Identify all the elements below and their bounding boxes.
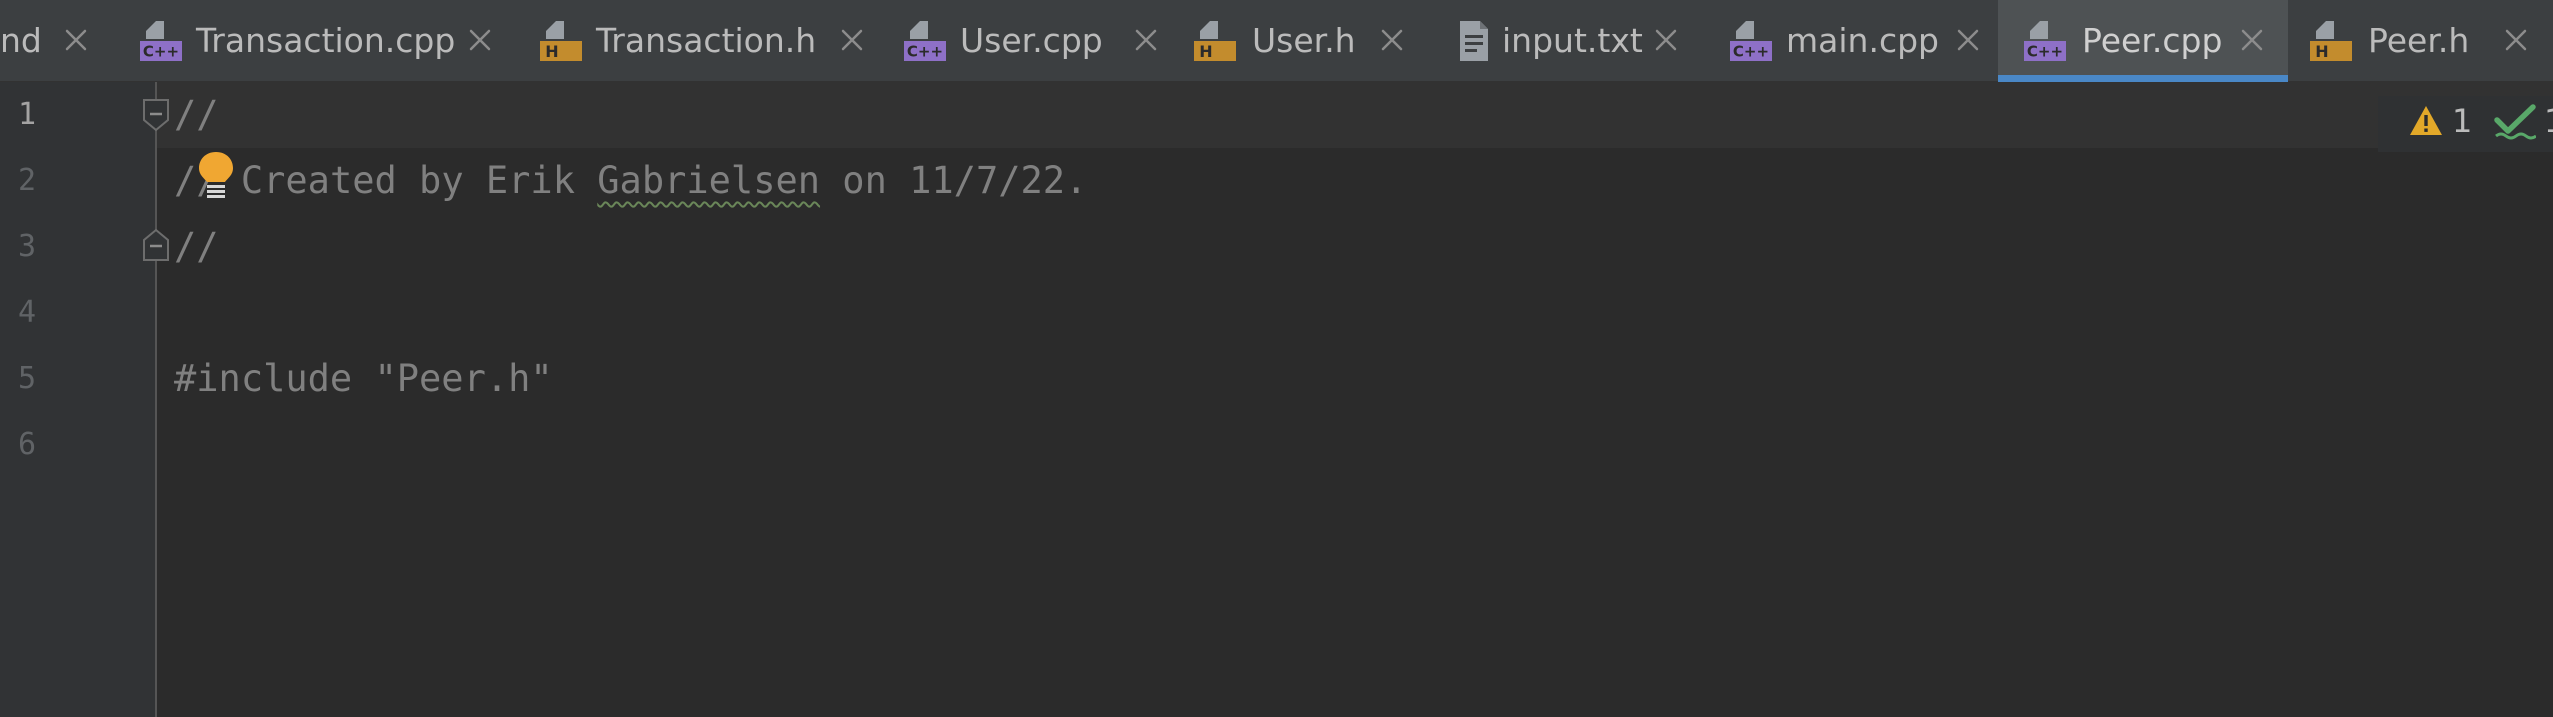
comment-text: on 11/7/22. [820, 159, 1088, 202]
cpp-badge: C++ [907, 43, 943, 61]
tab-label: Peer.h [2368, 21, 2470, 60]
tab-user-h[interactable]: H User.h [1182, 0, 1442, 82]
line-number: 5 [18, 361, 37, 396]
cpp-badge: C++ [2027, 43, 2063, 61]
code-line[interactable]: // [174, 82, 219, 148]
h-badge: H [2315, 42, 2328, 61]
editor-tab-bar: nd C++ Transaction.cpp H Transaction.h C… [0, 0, 2553, 82]
tab-input-txt[interactable]: input.txt [1442, 0, 1712, 82]
line-number: 6 [18, 427, 37, 462]
cpp-file-icon: C++ [904, 21, 946, 61]
cpp-file-icon: C++ [1730, 21, 1772, 61]
tab-label: Transaction.h [596, 21, 817, 60]
fold-guide-line [155, 82, 157, 717]
close-icon[interactable] [838, 26, 866, 54]
tab-partial[interactable]: nd [0, 0, 110, 82]
close-icon[interactable] [1378, 26, 1406, 54]
tab-transaction-cpp[interactable]: C++ Transaction.cpp [110, 0, 510, 82]
code-line[interactable]: #include "Peer.h" [174, 346, 553, 412]
cpp-file-icon: C++ [140, 21, 182, 61]
tab-user-cpp[interactable]: C++ User.cpp [882, 0, 1182, 82]
fold-collapse-icon[interactable] [142, 98, 170, 132]
warning-count: 1 [2452, 102, 2473, 140]
close-icon[interactable] [1652, 26, 1680, 54]
close-icon[interactable] [1132, 26, 1160, 54]
close-icon[interactable] [1954, 26, 1982, 54]
close-icon[interactable] [2502, 26, 2530, 54]
warning-icon [2410, 106, 2442, 135]
h-badge: H [1199, 42, 1212, 61]
header-file-icon: H [540, 21, 582, 61]
tab-label: Peer.cpp [2082, 21, 2223, 60]
ok-count: 1 [2544, 100, 2553, 142]
inspection-widget[interactable]: 1 1 [2378, 96, 2553, 152]
tab-label: User.h [1252, 21, 1356, 60]
close-icon[interactable] [466, 26, 494, 54]
line-number: 2 [18, 163, 37, 198]
line-number: 4 [18, 295, 37, 330]
current-line-highlight [157, 82, 2553, 148]
tab-peer-cpp[interactable]: C++ Peer.cpp [1998, 0, 2288, 82]
header-file-icon: H [1194, 21, 1236, 61]
h-badge: H [545, 42, 558, 61]
comment-text: Created by Erik [240, 159, 598, 202]
cpp-badge: C++ [1733, 43, 1769, 61]
tab-label: main.cpp [1786, 21, 1939, 60]
tab-label: User.cpp [960, 21, 1103, 60]
text-file-icon [1460, 21, 1488, 61]
code-line[interactable]: // Created by Erik Gabrielsen on 11/7/22… [174, 148, 1087, 214]
fold-end-icon[interactable] [142, 228, 170, 262]
tab-label: nd [0, 21, 42, 60]
tab-main-cpp[interactable]: C++ main.cpp [1712, 0, 1998, 82]
cpp-badge: C++ [143, 43, 179, 61]
close-icon[interactable] [62, 26, 90, 54]
line-number: 1 [18, 97, 37, 132]
checkmark-icon [2494, 104, 2536, 140]
typo-word[interactable]: Gabrielsen [597, 159, 820, 202]
code-line[interactable]: // [174, 214, 219, 280]
tab-label: Transaction.cpp [196, 21, 456, 60]
line-number: 3 [18, 229, 37, 264]
ide-window: nd C++ Transaction.cpp H Transaction.h C… [0, 0, 2553, 717]
lightbulb-icon[interactable] [196, 150, 236, 200]
tab-transaction-h[interactable]: H Transaction.h [510, 0, 882, 82]
close-icon[interactable] [2238, 26, 2266, 54]
tab-label: input.txt [1502, 21, 1643, 60]
cpp-file-icon: C++ [2024, 21, 2066, 61]
tab-peer-h[interactable]: H Peer.h [2288, 0, 2553, 82]
header-file-icon: H [2310, 21, 2352, 61]
